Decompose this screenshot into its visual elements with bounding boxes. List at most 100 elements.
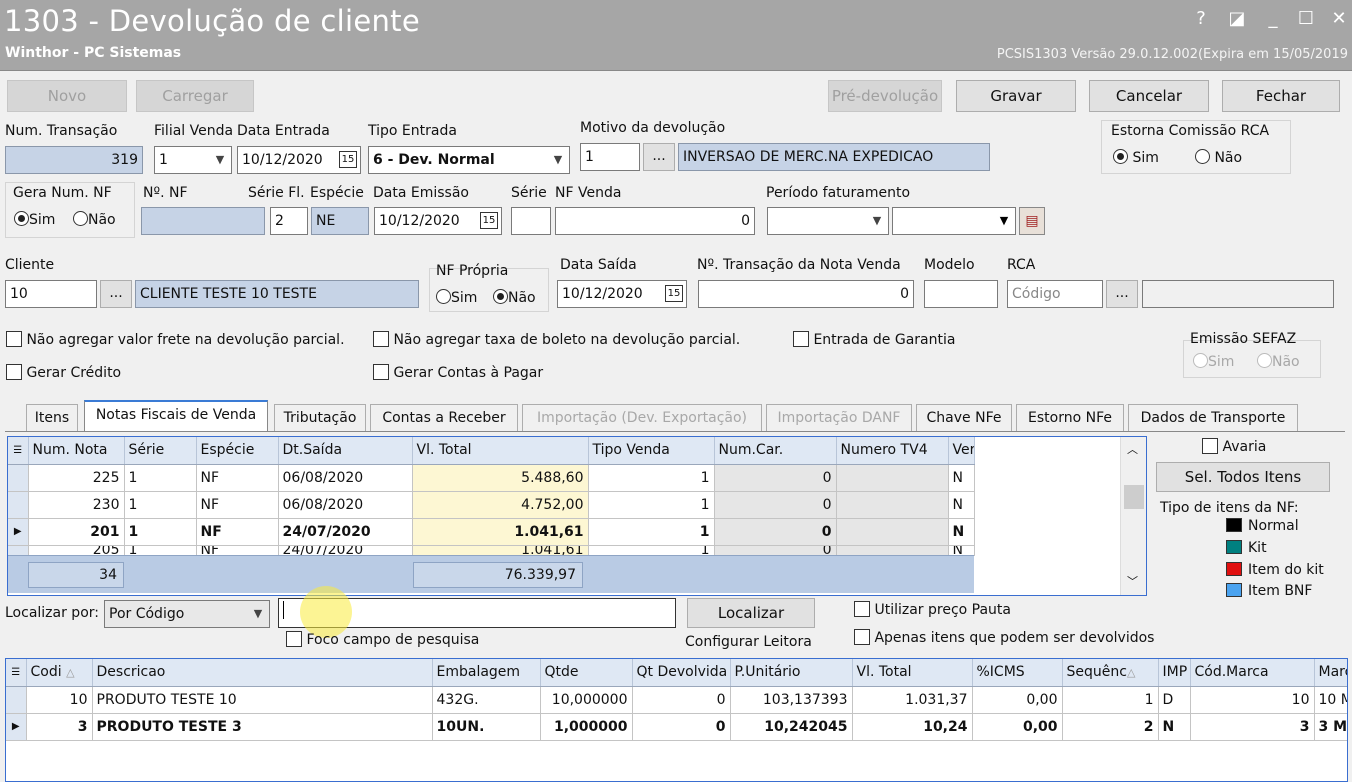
table-row[interactable]: 205 1 NF 24/07/2020 1.041,61 1 0 N (8, 545, 975, 556)
data-emissao-field[interactable]: 10/12/2020 15 (374, 207, 502, 235)
col-codigo[interactable]: Codi △ (26, 659, 93, 687)
col-qt-devolvida[interactable]: Qt Devolvida (632, 659, 731, 687)
avaria-checkbox[interactable]: Avaria (1202, 438, 1266, 455)
periodo-inicio-select[interactable]: ▼ (767, 207, 889, 235)
serie-fl-field[interactable]: 2 (270, 207, 308, 235)
minimize-icon[interactable]: _ (1260, 8, 1286, 30)
data-entrada-field[interactable]: 10/12/2020 15 (237, 146, 361, 174)
col-dt-saida[interactable]: Dt.Saída (278, 437, 413, 465)
data-saida-field[interactable]: 10/12/2020 15 (557, 280, 687, 308)
table-row-selected[interactable]: ▶ 201 1 NF 24/07/2020 1.041,61 1 0 N (8, 518, 975, 546)
foco-pesquisa-checkbox[interactable]: Foco campo de pesquisa (286, 631, 479, 648)
cliente-lookup-button[interactable]: ... (100, 280, 132, 308)
sefaz-nao-radio[interactable]: Não (1257, 353, 1300, 370)
notas-scrollbar[interactable]: ︿ ﹀ (1120, 437, 1146, 595)
col-vl-total[interactable]: Vl. Total (412, 437, 589, 465)
num-transacao-field[interactable]: 319 (5, 146, 143, 174)
scroll-up-icon[interactable]: ︿ (1127, 441, 1138, 457)
table-row[interactable]: 10 PRODUTO TESTE 10 432G. 10,000000 0 10… (6, 686, 1347, 714)
tab-importacao-exportacao[interactable]: Importação (Dev. Exportação) (522, 404, 762, 432)
gera-sim-radio[interactable]: Sim (14, 211, 55, 228)
tab-itens[interactable]: Itens (26, 404, 78, 432)
rca-code-field[interactable]: Código (1007, 280, 1103, 308)
localizar-button[interactable]: Localizar (687, 598, 815, 628)
tab-estorno-nfe[interactable]: Estorno NFe (1016, 404, 1124, 432)
col-p-unitario[interactable]: P.Unitário (730, 659, 853, 687)
tab-notas-fiscais-venda[interactable]: Notas Fiscais de Venda (84, 400, 268, 432)
nao-agregar-boleto-checkbox[interactable]: Não agregar taxa de boleto na devolução … (373, 331, 740, 348)
scroll-down-icon[interactable]: ﹀ (1127, 573, 1138, 589)
periodo-fim-select[interactable]: ▼ (892, 207, 1016, 235)
nf-propria-nao-radio[interactable]: Não (493, 289, 536, 306)
help-icon[interactable]: ? (1188, 8, 1214, 30)
gerar-credito-checkbox[interactable]: Gerar Crédito (6, 364, 121, 381)
col-imp[interactable]: IMP (1158, 659, 1191, 687)
tab-contas-receber[interactable]: Contas a Receber (370, 404, 518, 432)
motivo-lookup-button[interactable]: ... (643, 143, 675, 171)
apenas-itens-checkbox[interactable]: Apenas itens que podem ser devolvidos (854, 629, 1154, 646)
col-num-nota[interactable]: Num. Nota (28, 437, 125, 465)
calendar-icon[interactable]: 15 (339, 151, 357, 168)
col-icms[interactable]: %ICMS (972, 659, 1063, 687)
col-qtde[interactable]: Qtde (540, 659, 633, 687)
col-descricao[interactable]: Descricao (92, 659, 433, 687)
modelo-field[interactable] (924, 280, 998, 308)
entrada-garantia-checkbox[interactable]: Entrada de Garantia (793, 331, 955, 348)
restore-view-icon[interactable]: ◪ (1224, 8, 1250, 30)
estorna-nao-radio[interactable]: Não (1195, 149, 1242, 166)
serie-field[interactable] (511, 207, 551, 235)
col-vl-total[interactable]: Vl. Total (852, 659, 973, 687)
gera-nao-radio[interactable]: Não (73, 211, 116, 228)
clipboard-icon[interactable]: ▤ (1019, 207, 1045, 235)
col-ver[interactable]: Ver (948, 437, 975, 465)
fechar-button[interactable]: Fechar (1222, 80, 1340, 112)
sel-todos-itens-button[interactable]: Sel. Todos Itens (1156, 462, 1330, 492)
transacao-nota-field[interactable]: 0 (698, 280, 914, 308)
col-sequencia[interactable]: Sequênc△ (1062, 659, 1159, 687)
cancelar-button[interactable]: Cancelar (1089, 80, 1209, 112)
utilizar-preco-pauta-checkbox[interactable]: Utilizar preço Pauta (854, 601, 1011, 618)
carregar-button[interactable]: Carregar (136, 80, 254, 112)
localizar-por-select[interactable]: Por Código ▼ (104, 600, 270, 628)
gravar-button[interactable]: Gravar (956, 80, 1076, 112)
nf-propria-label: NF Própria (436, 263, 509, 279)
table-row-selected[interactable]: ▶ 3 PRODUTO TESTE 3 10UN. 1,000000 0 10,… (6, 713, 1347, 741)
gerar-contas-checkbox[interactable]: Gerar Contas à Pagar (373, 364, 543, 381)
col-cod-marca[interactable]: Cód.Marca (1190, 659, 1315, 687)
filial-venda-select[interactable]: 1 ▼ (154, 146, 232, 174)
motivo-code-field[interactable]: 1 (580, 143, 640, 171)
nf-venda-field[interactable]: 0 (555, 207, 755, 235)
checkbox-icon (6, 364, 22, 380)
col-especie[interactable]: Espécie (196, 437, 279, 465)
configurar-leitora-link[interactable]: Configurar Leitora (685, 634, 812, 650)
pre-devolucao-button[interactable]: Pré-devolução (828, 80, 942, 112)
nf-propria-sim-radio[interactable]: Sim (436, 289, 477, 306)
sefaz-sim-radio[interactable]: Sim (1193, 353, 1234, 370)
close-icon[interactable]: ✕ (1326, 8, 1352, 30)
tab-chave-nfe[interactable]: Chave NFe (916, 404, 1012, 432)
nao-agregar-frete-checkbox[interactable]: Não agregar valor frete na devolução par… (6, 331, 345, 348)
tipo-entrada-select[interactable]: 6 - Dev. Normal ▼ (368, 146, 570, 174)
col-marca[interactable]: Marca (1314, 659, 1347, 687)
table-row[interactable]: 230 1 NF 06/08/2020 4.752,00 1 0 N (8, 491, 975, 519)
rca-lookup-button[interactable]: ... (1106, 280, 1138, 308)
tab-importacao-danf[interactable]: Importação DANF (766, 404, 912, 432)
novo-button[interactable]: Novo (7, 80, 127, 112)
estorna-sim-radio[interactable]: Sim (1113, 149, 1159, 166)
grid-menu-icon[interactable]: ☰ (6, 659, 27, 687)
calendar-icon[interactable]: 15 (480, 212, 498, 229)
maximize-icon[interactable]: ☐ (1293, 8, 1319, 30)
scroll-thumb[interactable] (1124, 485, 1144, 509)
col-numero-tv4[interactable]: Numero TV4 (836, 437, 949, 465)
calendar-icon[interactable]: 15 (665, 285, 683, 302)
tab-dados-transporte[interactable]: Dados de Transporte (1128, 404, 1298, 432)
table-row[interactable]: 225 1 NF 06/08/2020 5.488,60 1 0 N (8, 464, 975, 492)
grid-menu-icon[interactable]: ☰ (8, 437, 29, 465)
col-num-car[interactable]: Num.Car. (714, 437, 837, 465)
col-embalagem[interactable]: Embalagem (432, 659, 541, 687)
gera-sim-label: Sim (29, 212, 56, 228)
col-serie[interactable]: Série (124, 437, 197, 465)
tab-tributacao[interactable]: Tributação (274, 404, 366, 432)
col-tipo-venda[interactable]: Tipo Venda (588, 437, 715, 465)
cliente-code-field[interactable]: 10 (5, 280, 97, 308)
